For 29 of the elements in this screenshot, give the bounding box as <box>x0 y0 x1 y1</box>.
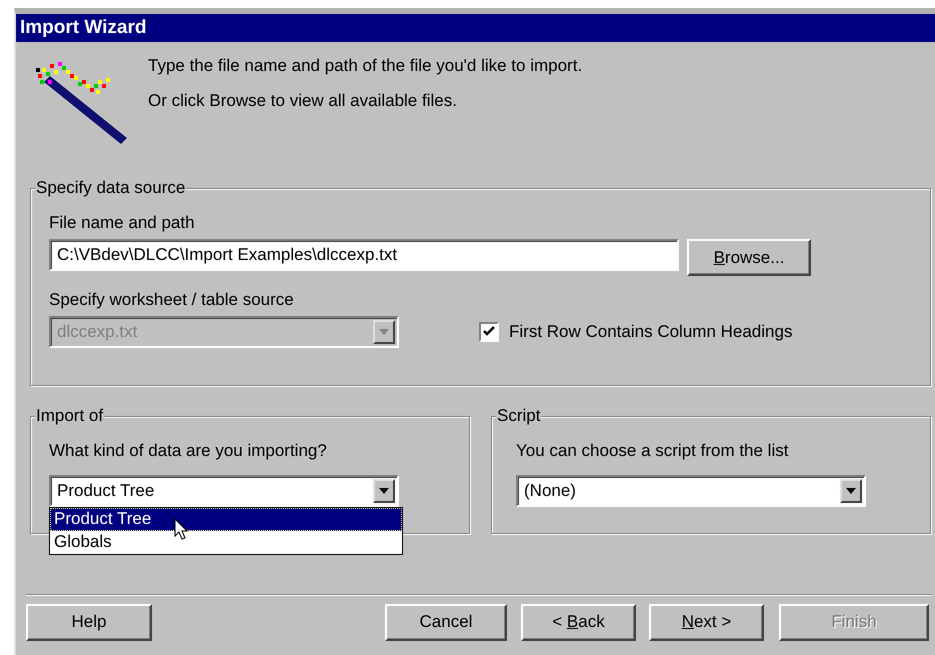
wizard-button[interactable]: < Back <box>521 604 636 641</box>
question-text: What kind of data are you importing? <box>49 441 328 462</box>
dropdown-arrow-button[interactable] <box>840 479 862 504</box>
wizard-button[interactable]: Next > <box>649 604 764 641</box>
group-title: Import of <box>35 406 104 426</box>
group-title: Specify data source <box>35 178 186 198</box>
caret-icon <box>379 328 389 335</box>
instruction-text: Or click Browse to view all available files. <box>148 91 458 112</box>
script-dropdown[interactable]: (None) <box>516 475 866 508</box>
dropdown-arrow-button[interactable] <box>373 479 395 504</box>
window-title: Import Wizard <box>16 14 935 42</box>
group-title: Script <box>496 406 542 426</box>
wizard-button[interactable]: Cancel <box>385 604 507 641</box>
instruction-text: Type the file name and path of the file you'd like to import. <box>148 56 582 76</box>
caret-icon <box>846 488 856 494</box>
data-kind-dropdown[interactable]: Product Tree <box>49 475 399 508</box>
wizard-button[interactable]: Help <box>26 604 152 641</box>
mouse-cursor-icon <box>174 518 188 540</box>
dropdown-option[interactable]: Product Tree <box>50 508 402 532</box>
field-label: Specify worksheet / table source <box>49 290 295 311</box>
dropdown-option[interactable]: Globals <box>50 531 402 554</box>
caret-icon <box>379 488 389 494</box>
file-path-field[interactable]: C:\VBdev\DLCC\Import Examples\dlccexp.txt <box>49 239 679 272</box>
hint-text: You can choose a script from the list <box>516 441 790 462</box>
checkbox[interactable] <box>479 322 499 342</box>
field-label: File name and path <box>49 213 196 234</box>
checkmark-icon <box>483 326 495 338</box>
browse-button[interactable]: Browse... <box>687 239 811 276</box>
checkbox-label: First Row Contains Column Headings <box>509 322 792 342</box>
